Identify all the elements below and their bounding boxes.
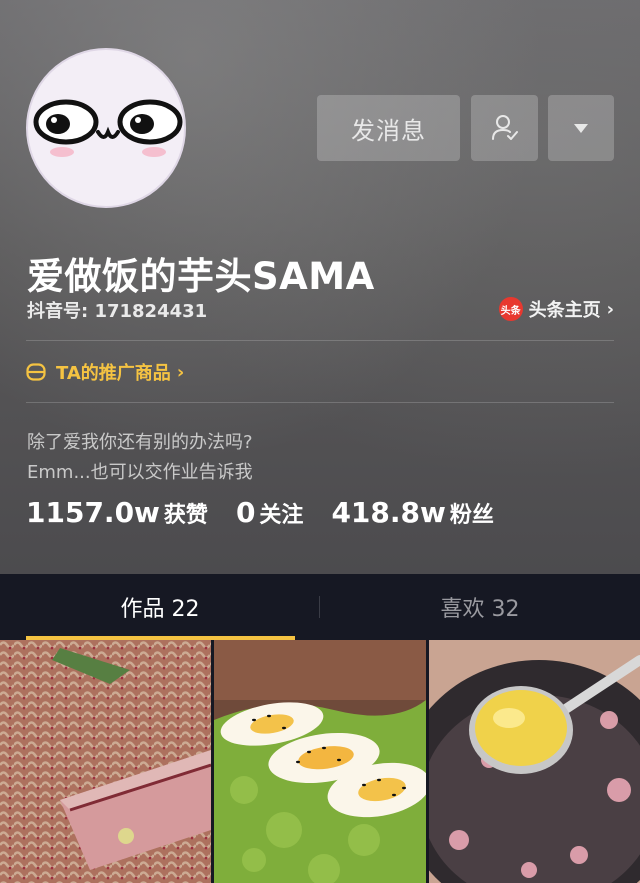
user-check-icon [491,115,518,140]
promoted-products-link[interactable]: TA的推广商品 › [26,359,184,385]
promoted-products-label: TA的推广商品 [56,363,171,384]
avocado-egg-toast-image [214,640,426,883]
profile-tabs: 作品 22 喜欢 32 [0,574,640,640]
noodle-dish-image [0,640,211,883]
toutiao-icon: 头条 [498,297,523,321]
video-thumbnail[interactable] [429,640,640,883]
chevron-right-icon: › [176,361,185,383]
display-name: 爱做饭的芋头SAMA [27,255,375,298]
video-grid [0,640,640,883]
send-message-button[interactable]: 发消息 [317,95,460,161]
send-message-label: 发消息 [351,116,426,145]
following-label[interactable]: 关注 [259,497,303,529]
video-thumbnail[interactable] [214,640,426,883]
toutiao-homepage-link[interactable]: 头条 头条主页 › [498,296,614,322]
tab-works[interactable]: 作品 22 [0,574,320,640]
more-options-button[interactable] [548,95,614,161]
toutiao-label: 头条主页 [528,300,601,321]
divider [26,402,614,403]
tab-likes[interactable]: 喜欢 32 [320,574,640,640]
shopping-bag-icon [26,363,46,381]
divider [26,340,614,341]
douyin-id: 抖音号: 171824431 [27,301,208,322]
bowl-with-ladle-image [429,640,640,883]
tab-works-label: 作品 22 [120,597,200,622]
profile-stats: 1157.0w 获赞 0 关注 418.8w 粉丝 [26,496,522,529]
bio-line-1: 除了爱我你还有别的办法吗? [27,432,253,453]
triangle-down-icon [574,123,588,133]
bio-line-2: Emm...也可以交作业告诉我 [27,462,253,483]
profile-header: 发消息 爱做饭的芋头SAMA 抖音号: 171824431 头条 头条主页 › … [0,0,640,574]
chevron-right-icon: › [606,298,614,320]
following-count[interactable]: 0 [236,496,255,529]
follow-button[interactable] [471,95,538,161]
followers-count[interactable]: 418.8w [331,496,445,529]
avatar[interactable] [26,48,186,208]
tab-likes-label: 喜欢 32 [440,597,520,622]
video-thumbnail[interactable] [0,640,211,883]
followers-label[interactable]: 粉丝 [450,497,494,529]
likes-count: 1157.0w [26,496,160,529]
avatar-face-illustration [33,99,183,157]
likes-label: 获赞 [163,503,208,528]
